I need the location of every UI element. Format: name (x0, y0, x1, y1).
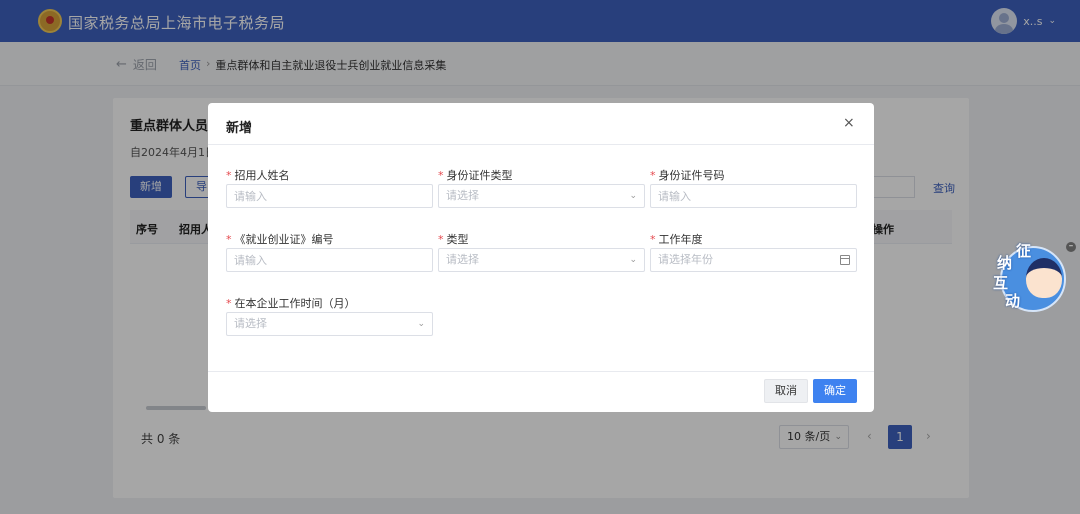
required-mark: * (438, 169, 444, 182)
months-worked-select[interactable]: 请选择 ⌄ (226, 312, 433, 336)
chevron-down-icon: ⌄ (417, 319, 425, 329)
id-type-select[interactable]: 请选择 ⌄ (438, 184, 645, 208)
mascot-char: 纳 (997, 254, 1013, 272)
mascot-char: 征 (1016, 242, 1032, 260)
field-label: 在本企业工作时间（月） (234, 297, 356, 310)
select-placeholder: 请选择 (446, 253, 479, 266)
add-dialog: 新增 × *招用人姓名 *身份证件类型 请选择⌄ *身份证件号码 *《就业创业证… (208, 103, 874, 412)
confirm-button[interactable]: 确定 (813, 379, 857, 403)
interaction-mascot-widget[interactable]: 征 纳 互 动 – (990, 240, 1076, 314)
required-mark: * (650, 169, 656, 182)
required-mark: * (226, 233, 232, 246)
field-label: 《就业创业证》编号 (234, 233, 334, 246)
type-select[interactable]: 请选择 ⌄ (438, 248, 645, 272)
dialog-title: 新增 (226, 121, 253, 136)
field-label: 工作年度 (658, 233, 703, 246)
chevron-down-icon: ⌄ (629, 255, 637, 265)
employee-name-input[interactable] (226, 184, 433, 208)
required-mark: * (226, 297, 232, 310)
select-placeholder: 请选择 (234, 317, 267, 330)
field-label: 招用人姓名 (234, 169, 290, 182)
mascot-officer-icon[interactable] (1026, 258, 1062, 298)
calendar-icon (840, 255, 850, 265)
work-year-picker[interactable]: 请选择年份 (650, 248, 857, 272)
mascot-char: 动 (1005, 292, 1021, 310)
field-label: 身份证件类型 (446, 169, 513, 182)
cancel-button[interactable]: 取消 (764, 379, 808, 403)
field-label: 身份证件号码 (658, 169, 725, 182)
required-mark: * (650, 233, 656, 246)
dialog-header: 新增 × (208, 103, 874, 145)
select-placeholder: 请选择年份 (658, 253, 713, 266)
required-mark: * (226, 169, 232, 182)
chevron-down-icon: ⌄ (629, 191, 637, 201)
close-icon[interactable]: × (843, 115, 855, 131)
field-label: 类型 (446, 233, 469, 246)
id-number-input[interactable] (650, 184, 857, 208)
required-mark: * (438, 233, 444, 246)
mascot-close-icon[interactable]: – (1066, 242, 1076, 252)
select-placeholder: 请选择 (446, 189, 479, 202)
employment-cert-number-input[interactable] (226, 248, 433, 272)
